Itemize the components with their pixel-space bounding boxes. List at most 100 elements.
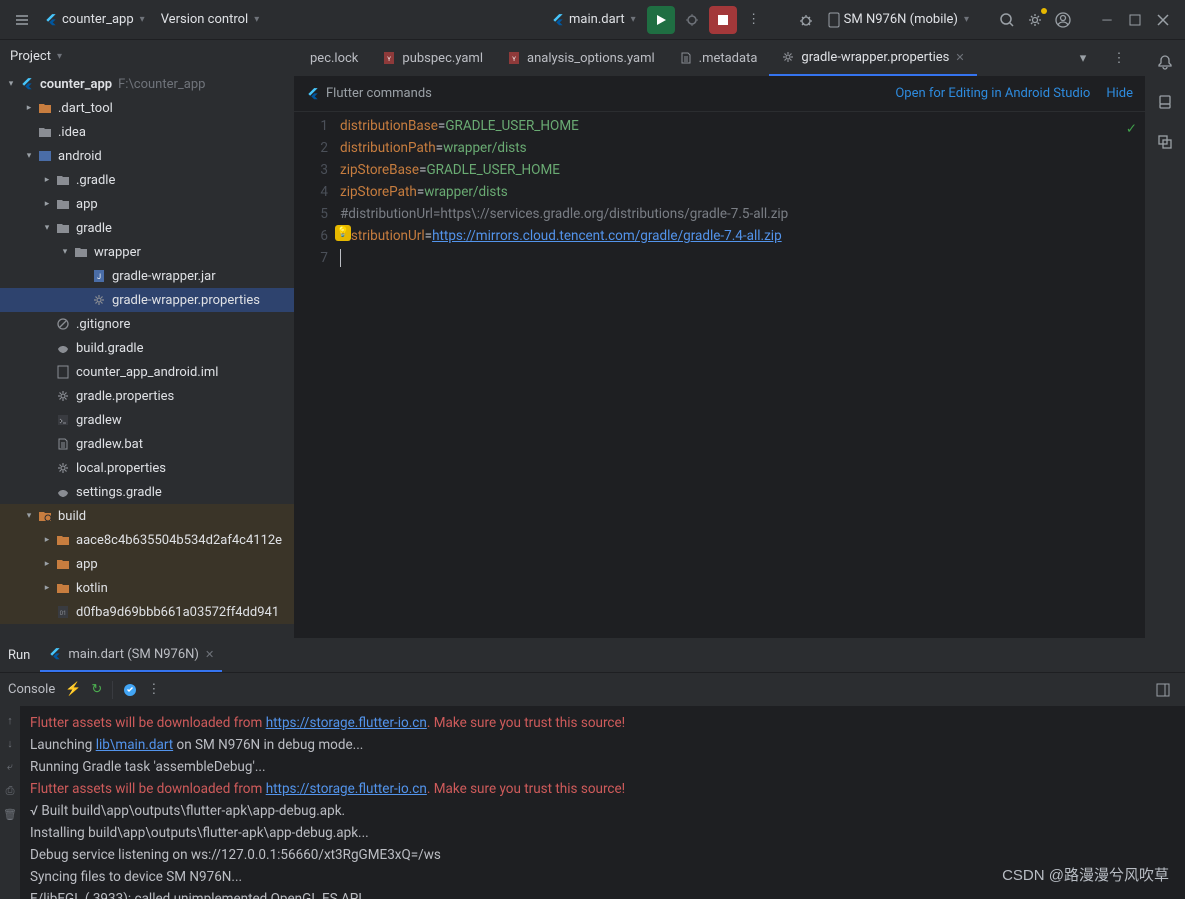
close-icon[interactable]: ✕: [955, 51, 964, 64]
more-icon[interactable]: ⋮: [1105, 44, 1133, 72]
account-icon[interactable]: [1049, 6, 1077, 34]
database-icon[interactable]: [1151, 128, 1179, 156]
flutter-logo-icon: [44, 13, 58, 27]
hot-reload-icon[interactable]: ↻: [91, 682, 102, 697]
maximize-icon[interactable]: [1121, 6, 1149, 34]
analysis-ok-icon: ✓: [1126, 118, 1137, 140]
tree-item[interactable]: build.gradle: [0, 336, 294, 360]
close-icon[interactable]: ✕: [205, 648, 214, 661]
vcs-dropdown[interactable]: Version control ▾: [153, 8, 268, 31]
run-label[interactable]: Run: [8, 648, 30, 663]
settings-icon[interactable]: [1021, 6, 1049, 34]
devtools-icon[interactable]: [123, 683, 137, 697]
project-sidebar: Project ▾ ▾ counter_app F:\counter_app ▸…: [0, 40, 294, 638]
svg-text:01: 01: [60, 610, 67, 617]
tree-item[interactable]: Jgradle-wrapper.jar: [0, 264, 294, 288]
intention-bulb-icon[interactable]: 💡: [335, 225, 351, 241]
run-tabs: Run main.dart (SM N976N) ✕: [0, 638, 1185, 672]
lightning-icon[interactable]: ⚡: [65, 682, 81, 697]
editor-tab[interactable]: Yanalysis_options.yaml: [495, 40, 667, 76]
tree-item[interactable]: gradlew.bat: [0, 432, 294, 456]
flutter-logo-icon: [306, 87, 320, 101]
tree-item[interactable]: ▾build: [0, 504, 294, 528]
down-arrow-icon[interactable]: ↓: [7, 737, 13, 750]
up-arrow-icon[interactable]: ↑: [7, 714, 13, 727]
chevron-down-icon: ▾: [964, 14, 969, 25]
tree-item[interactable]: ▸app: [0, 192, 294, 216]
flutter-logo-icon: [48, 647, 62, 661]
tree-item[interactable]: local.properties: [0, 456, 294, 480]
flutter-commands-label[interactable]: Flutter commands: [326, 86, 432, 101]
tree-item[interactable]: ▸kotlin: [0, 576, 294, 600]
tree-item[interactable]: .idea: [0, 120, 294, 144]
tree-item[interactable]: ▸.dart_tool: [0, 96, 294, 120]
chevron-down-icon[interactable]: ▾: [1069, 44, 1097, 72]
tree-item[interactable]: gradle.properties: [0, 384, 294, 408]
tree-item[interactable]: gradle-wrapper.properties: [0, 288, 294, 312]
layout-icon[interactable]: [1149, 676, 1177, 704]
console-toolbar: Console ⚡ ↻ ⋮: [0, 672, 1185, 706]
run-config-tab[interactable]: main.dart (SM N976N) ✕: [40, 638, 222, 672]
tree-item[interactable]: settings.gradle: [0, 480, 294, 504]
tree-item[interactable]: ▸aace8c4b635504b534d2af4c4112e: [0, 528, 294, 552]
tree-item[interactable]: ▸app: [0, 552, 294, 576]
bookmark-icon[interactable]: [1151, 88, 1179, 116]
project-tree[interactable]: ▾ counter_app F:\counter_app ▸.dart_tool…: [0, 72, 294, 638]
tree-item[interactable]: counter_app_android.iml: [0, 360, 294, 384]
device-selector[interactable]: SM N976N (mobile) ▾: [820, 8, 977, 32]
svg-text:Y: Y: [388, 56, 392, 63]
tree-root[interactable]: ▾ counter_app F:\counter_app: [0, 72, 294, 96]
top-bar: counter_app ▾ Version control ▾ main.dar…: [0, 0, 1185, 40]
flutter-commands-bar: Flutter commands Open for Editing in And…: [294, 76, 1145, 112]
tree-item[interactable]: ▾wrapper: [0, 240, 294, 264]
bug-icon[interactable]: [792, 6, 820, 34]
project-selector[interactable]: counter_app ▾: [36, 8, 153, 31]
minimize-icon[interactable]: ─: [1093, 6, 1121, 34]
search-icon[interactable]: [993, 6, 1021, 34]
open-android-studio-link[interactable]: Open for Editing in Android Studio: [895, 86, 1090, 101]
run-button[interactable]: [647, 6, 675, 34]
chevron-down-icon: ▾: [254, 14, 259, 25]
console-label[interactable]: Console: [8, 682, 55, 697]
menu-icon[interactable]: [8, 6, 36, 34]
hide-link[interactable]: Hide: [1106, 86, 1133, 101]
tree-item[interactable]: .gitignore: [0, 312, 294, 336]
stop-button[interactable]: [709, 6, 737, 34]
code-editor[interactable]: 1234567 💡 ✓ distributionBase=GRADLE_USER…: [294, 112, 1145, 638]
chevron-down-icon: ▾: [631, 14, 636, 25]
trash-icon[interactable]: 🗑: [3, 808, 17, 821]
tree-item[interactable]: ▸.gradle: [0, 168, 294, 192]
close-icon[interactable]: [1149, 6, 1177, 34]
run-tool-window: Run main.dart (SM N976N) ✕ Console ⚡ ↻ ⋮…: [0, 638, 1185, 899]
code-content[interactable]: 💡 ✓ distributionBase=GRADLE_USER_HOMEdis…: [338, 112, 1145, 638]
editor-tab[interactable]: .metadata: [667, 40, 770, 76]
editor-tab[interactable]: pec.lock: [298, 40, 370, 76]
more-icon[interactable]: ⋮: [147, 682, 160, 697]
debug-button[interactable]: [678, 6, 706, 34]
flutter-logo-icon: [551, 13, 565, 27]
notifications-icon[interactable]: [1151, 48, 1179, 76]
svg-text:J: J: [97, 273, 101, 281]
project-tool-header[interactable]: Project ▾: [0, 40, 294, 72]
more-icon[interactable]: ⋮: [740, 6, 768, 34]
svg-text:Y: Y: [512, 56, 516, 63]
soft-wrap-icon[interactable]: ⤶: [7, 760, 13, 774]
tree-item[interactable]: 01d0fba9d69bbb661a03572ff4dd941: [0, 600, 294, 624]
editor-tab[interactable]: gradle-wrapper.properties✕: [769, 40, 976, 76]
chevron-down-icon: ▾: [57, 51, 62, 62]
phone-icon: [828, 12, 840, 28]
tree-item[interactable]: ▾android: [0, 144, 294, 168]
chevron-down-icon: ▾: [140, 14, 145, 25]
right-tool-rail: [1145, 40, 1185, 638]
tree-item[interactable]: gradlew: [0, 408, 294, 432]
console-gutter: ↑ ↓ ⤶ ⎙ 🗑: [0, 706, 20, 899]
editor-tabs: pec.lockYpubspec.yamlYanalysis_options.y…: [294, 40, 1145, 76]
console-output[interactable]: Flutter assets will be downloaded from h…: [20, 706, 1185, 899]
line-gutter: 1234567: [294, 112, 338, 638]
editor-tab[interactable]: Ypubspec.yaml: [370, 40, 495, 76]
run-config-selector[interactable]: main.dart ▾: [543, 8, 644, 31]
editor-area: pec.lockYpubspec.yamlYanalysis_options.y…: [294, 40, 1145, 638]
print-icon[interactable]: ⎙: [6, 784, 15, 798]
project-name: counter_app: [62, 12, 134, 27]
tree-item[interactable]: ▾gradle: [0, 216, 294, 240]
